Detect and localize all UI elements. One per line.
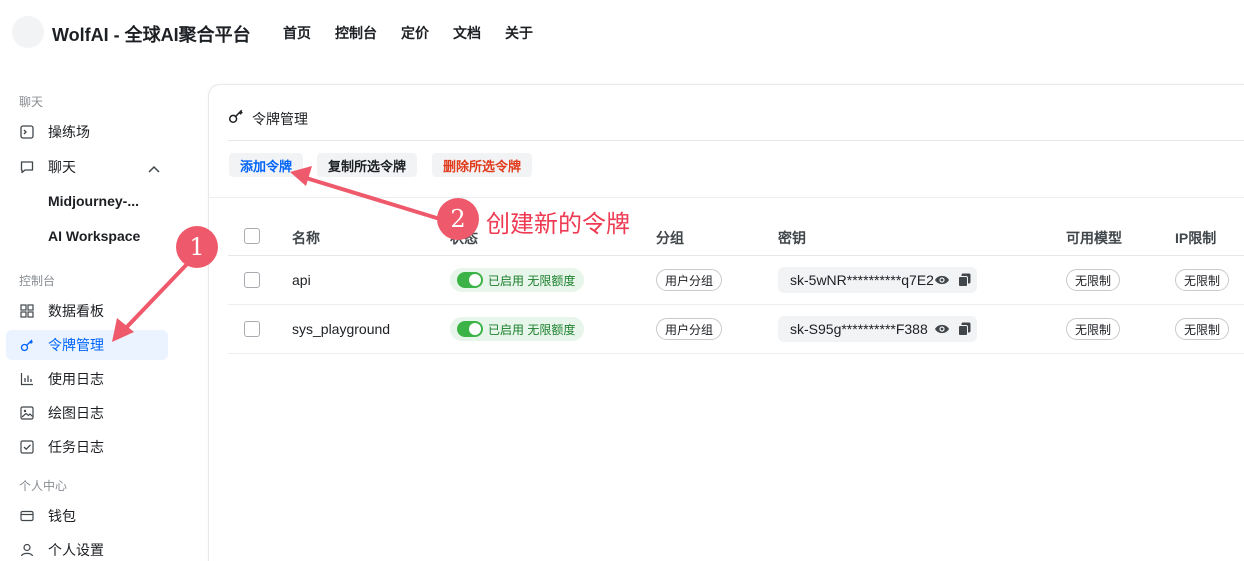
annotation-arrows: [112, 166, 442, 342]
arrow-2: [304, 176, 442, 221]
annotation-marker-2: 2: [437, 198, 479, 240]
arrow-1: [121, 260, 191, 333]
arrow-2-head: [290, 166, 312, 186]
annotation-marker-1: 1: [176, 226, 218, 268]
annotation-caption: 创建新的令牌: [486, 211, 630, 238]
